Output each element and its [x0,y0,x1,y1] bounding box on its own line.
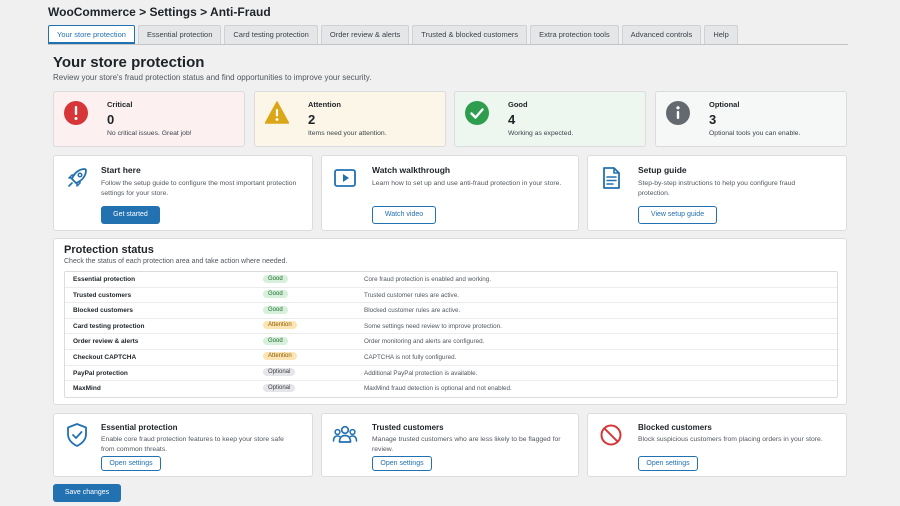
stat-label: Attention [308,100,341,109]
check-circle-icon [465,101,489,125]
row-name: Blocked customers [73,307,133,315]
feature-title: Essential protection [101,423,178,432]
section-title: Protection status [64,244,154,256]
open-settings-button[interactable]: Open settings [638,456,698,471]
row-name: PayPal protection [73,369,128,377]
stat-card-critical: Critical 0 No critical issues. Great job… [53,91,245,147]
row-desc: CAPTCHA is not fully configured. [364,353,457,361]
action-card-watch-walkthrough: Watch walkthrough Learn how to set up an… [321,155,579,231]
table-row: Checkout CAPTCHA Attention CAPTCHA is no… [65,350,837,366]
stat-value: 4 [508,112,516,127]
feature-title: Blocked customers [638,423,712,432]
block-icon [600,424,622,446]
action-card-start-here: Start here Follow the setup guide to con… [53,155,313,231]
feature-card-trusted-customers: Trusted customers Manage trusted custome… [321,413,579,477]
status-badge: Good [263,336,288,345]
action-title: Setup guide [638,165,687,175]
info-circle-icon [666,101,690,125]
action-title: Start here [101,165,141,175]
table-row: Card testing protection Attention Some s… [65,319,837,335]
stat-value: 0 [107,112,115,127]
action-desc: Learn how to set up and use anti-fraud p… [372,180,562,187]
row-name: Order review & alerts [73,338,139,346]
row-desc: MaxMind fraud detection is optional and … [364,385,512,393]
row-name: MaxMind [73,385,101,393]
tab-card-testing-protection[interactable]: Card testing protection [224,25,318,44]
row-desc: Core fraud protection is enabled and wor… [364,276,492,283]
status-badge: Optional [263,368,296,377]
get-started-button[interactable]: Get started [101,206,160,224]
page-subtitle: Review your store's fraud protection sta… [53,73,372,82]
open-settings-button[interactable]: Open settings [101,456,161,471]
feature-desc: Enable core fraud protection features to… [101,436,284,453]
feature-title: Trusted customers [372,423,444,432]
breadcrumb: WooCommerce > Settings > Anti-Fraud [48,5,271,19]
tab-order-review-alerts[interactable]: Order review & alerts [320,25,410,44]
row-name: Essential protection [73,276,136,283]
feature-card-blocked-customers: Blocked customers Block suspicious custo… [587,413,847,477]
row-name: Card testing protection [73,322,145,330]
table-row: PayPal protection Optional Additional Pa… [65,366,837,382]
users-icon [332,425,358,443]
feature-desc: Manage trusted customers who are less li… [372,436,561,453]
table-row: MaxMind Optional MaxMind fraud detection… [65,381,837,397]
tab-extra-protection-tools[interactable]: Extra protection tools [530,25,619,44]
watch-video-button[interactable]: Watch video [372,206,436,224]
status-badge: Attention [263,321,297,330]
stat-label: Optional [709,100,740,109]
row-desc: Some settings need review to improve pro… [364,322,502,330]
tab-bar: Your store protection Essential protecti… [48,25,848,45]
feature-desc: Block suspicious customers from placing … [638,436,823,443]
stat-value: 2 [308,112,316,127]
row-desc: Additional PayPal protection is availabl… [364,369,478,377]
action-desc: Step-by-step instructions to help you co… [638,180,796,198]
action-desc: Follow the setup guide to configure the … [101,180,297,198]
table-row: Blocked customers Good Blocked customer … [65,303,837,319]
stat-desc: Working as expected. [508,130,574,137]
stat-desc: No critical issues. Great job! [107,130,192,137]
stat-card-optional: Optional 3 Optional tools you can enable… [655,91,847,147]
stat-label: Good [508,100,528,109]
view-setup-guide-button[interactable]: View setup guide [638,206,717,224]
status-badge: Good [263,274,288,283]
tab-advanced-controls[interactable]: Advanced controls [621,25,702,44]
warning-triangle-icon [265,101,289,124]
stat-label: Critical [107,100,133,109]
row-name: Trusted customers [73,291,132,299]
tab-help[interactable]: Help [704,25,738,44]
status-badge: Optional [263,383,296,392]
status-badge: Good [263,305,288,314]
shield-check-icon [67,423,87,447]
status-table: Essential protection Good Core fraud pro… [64,271,838,398]
row-desc: Blocked customer rules are active. [364,307,461,315]
video-play-icon [334,169,356,187]
status-badge: Attention [263,352,297,361]
action-card-setup-guide: Setup guide Step-by-step instructions to… [587,155,847,231]
tab-trusted-blocked-customers[interactable]: Trusted & blocked customers [412,25,528,44]
table-row: Order review & alerts Good Order monitor… [65,334,837,350]
status-badge: Good [263,290,288,299]
protection-status-panel: Protection status Check the status of ea… [53,238,847,405]
row-desc: Order monitoring and alerts are configur… [364,338,485,346]
open-settings-button[interactable]: Open settings [372,456,432,471]
tab-your-store-protection[interactable]: Your store protection [48,25,135,44]
table-row: Essential protection Good Core fraud pro… [65,272,837,288]
stat-card-good: Good 4 Working as expected. [454,91,646,147]
rocket-icon [68,168,87,187]
row-desc: Trusted customer rules are active. [364,291,459,299]
tab-essential-protection[interactable]: Essential protection [137,25,222,44]
action-title: Watch walkthrough [372,165,451,175]
document-icon [603,167,620,189]
page-title: Your store protection [53,54,205,71]
feature-card-essential-protection: Essential protection Enable core fraud p… [53,413,313,477]
row-name: Checkout CAPTCHA [73,353,137,361]
stat-card-attention: Attention 2 Items need your attention. [254,91,446,147]
exclamation-circle-icon [64,101,88,125]
stat-value: 3 [709,112,717,127]
stat-desc: Items need your attention. [308,130,387,137]
stat-desc: Optional tools you can enable. [709,130,801,137]
table-row: Trusted customers Good Trusted customer … [65,288,837,304]
save-changes-button[interactable]: Save changes [53,484,121,502]
section-subtitle: Check the status of each protection area… [64,258,288,265]
